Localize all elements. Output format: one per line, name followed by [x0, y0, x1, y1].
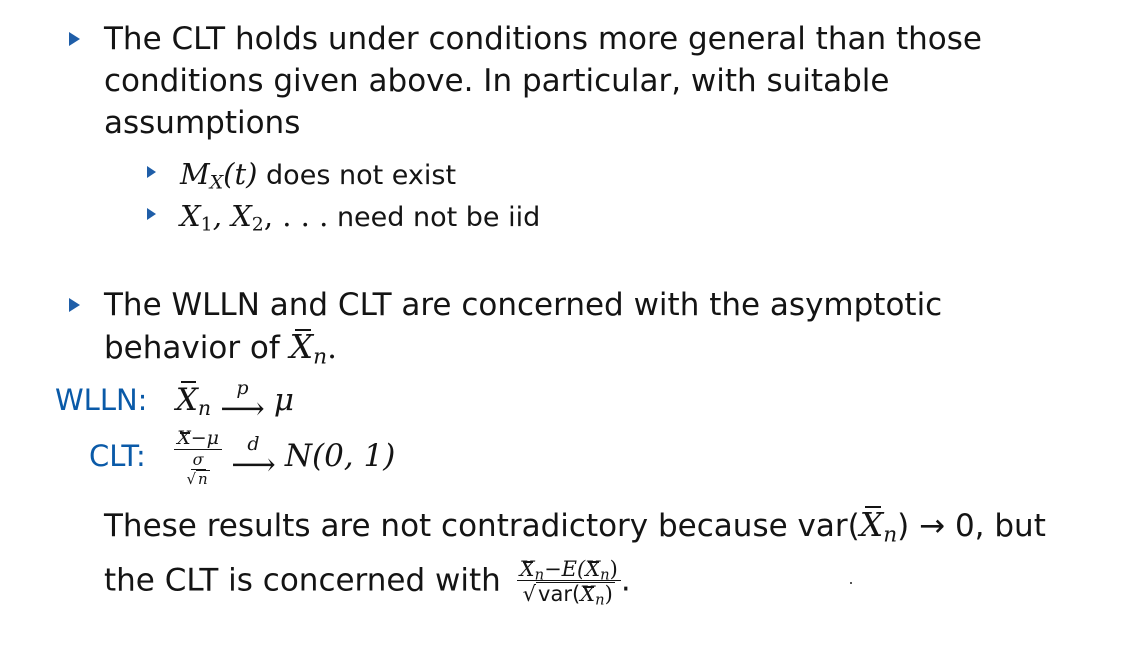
math-expression: −E( [544, 557, 586, 581]
math-symbol: σ [190, 449, 206, 470]
math-symbol: M [180, 157, 210, 191]
var-function: var( [538, 582, 581, 607]
math-symbol: X [231, 199, 252, 233]
text-line: The WLLN and CLT are concerned with the … [104, 287, 943, 323]
text-line: These results are not contradictory beca… [104, 503, 1046, 548]
bullet-marker [69, 32, 80, 46]
math-expression: N(0, 1) [284, 438, 396, 474]
text-line: conditions given above. In particular, w… [104, 63, 890, 99]
math-symbol: μ [273, 382, 295, 418]
sub-bullet-text: need not be iid [336, 202, 541, 233]
x-bar-symbol: X [177, 426, 191, 449]
x-bar-symbol: X [289, 327, 314, 366]
sub-bullet-text: does not exist [266, 160, 457, 191]
sub-bullet-marker [147, 208, 156, 220]
text-line: the CLT is concerned with Xn−E(Xn) √var(… [104, 557, 631, 609]
bullet-text: The WLLN and CLT are concerned with the … [104, 284, 942, 369]
math-separator: , [212, 199, 232, 233]
clt-equation: CLT: X−μ σ √ n d ⟶ N(0, 1) [89, 428, 395, 487]
math-subscript: 1 [200, 213, 213, 236]
x-bar-symbol: X [585, 557, 601, 581]
x-bar-symbol: X [580, 582, 596, 607]
math-symbol: X [180, 199, 201, 233]
wlln-equation: WLLN: Xn p ⟶ μ [55, 378, 294, 425]
sub-bullet-item: MX(t) does not exist [180, 154, 456, 196]
math-arg: (t) [223, 157, 258, 191]
stray-dot [850, 582, 852, 584]
math-subscript: n [197, 396, 212, 421]
standardized-fraction: X−μ σ √ n [174, 426, 222, 488]
text-line: behavior of Xn. [104, 327, 337, 370]
math-symbol: n [196, 469, 210, 488]
bullet-marker [69, 298, 80, 312]
sub-bullet-marker [147, 166, 156, 178]
math-subscript: X [209, 171, 224, 194]
math-subscript: n [313, 344, 328, 370]
clt-label: CLT: [89, 439, 146, 473]
convergence-arrow: d ⟶ [231, 433, 276, 483]
text-line: The CLT holds under conditions more gene… [104, 21, 982, 57]
math-ellipsis: , . . . [263, 199, 329, 233]
conclusion-text: These results are not contradictory beca… [104, 503, 1046, 609]
x-bar-symbol: X [860, 503, 884, 547]
math-subscript: n [883, 522, 898, 548]
convergence-arrow: p ⟶ [220, 377, 265, 427]
x-bar-symbol: X [176, 378, 198, 422]
x-bar-symbol: X [519, 557, 535, 581]
wlln-label: WLLN: [55, 383, 148, 417]
sub-bullet-item: X1, X2, . . . need not be iid [180, 196, 540, 238]
math-expression: −μ [190, 426, 219, 449]
text-line: assumptions [104, 105, 301, 141]
math-subscript: 2 [251, 213, 264, 236]
bullet-text: The CLT holds under conditions more gene… [104, 18, 982, 144]
standardized-fraction: Xn−E(Xn) √var(Xn) [516, 557, 621, 608]
